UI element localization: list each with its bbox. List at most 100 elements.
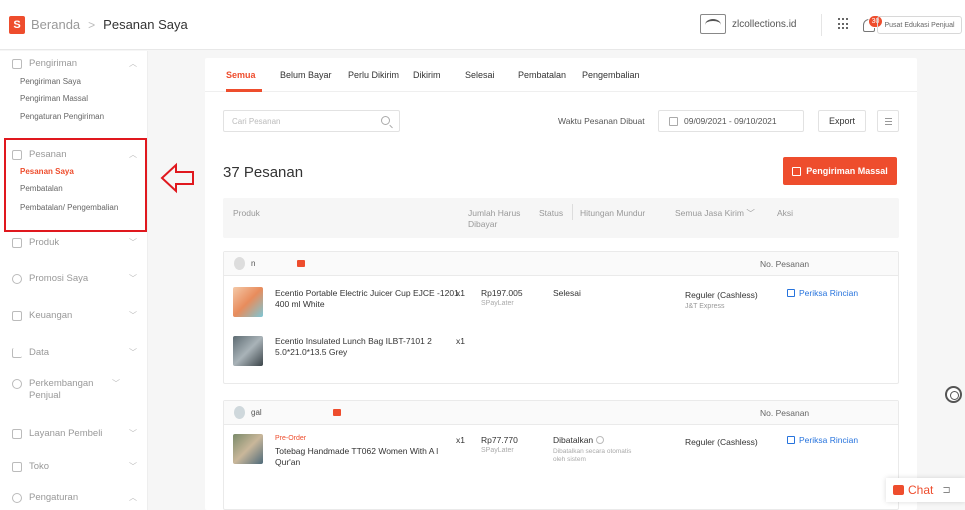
buyer-name[interactable]: gal — [251, 408, 262, 417]
shipping-service: Reguler (Cashless) — [685, 437, 758, 447]
order-tabs: Semua Belum Bayar Perlu Dikirim Dikirim … — [205, 58, 917, 92]
buyer-avatar[interactable] — [234, 257, 245, 270]
top-bar: S Beranda > Pesanan Saya zlcollections.i… — [0, 0, 965, 50]
document-icon — [787, 289, 795, 297]
divider — [821, 14, 822, 36]
minimize-icon[interactable]: ⊐ — [942, 485, 950, 496]
wallet-icon — [12, 311, 22, 321]
tab-pengembalian[interactable]: Pengembalian — [582, 70, 640, 80]
view-details-link[interactable]: Periksa Rincian — [787, 435, 858, 445]
buyer-name[interactable]: n — [251, 259, 255, 268]
sidebar-subitem-pengiriman-massal[interactable]: Pengiriman Massal — [20, 94, 88, 103]
payment-method: SPayLater — [481, 300, 514, 307]
shop-name: zlcollections.id — [732, 18, 797, 30]
tab-dikirim[interactable]: Dikirim — [413, 70, 441, 80]
sidebar-item-pengaturan[interactable]: Pengaturan ︿ — [12, 492, 137, 504]
chat-widget[interactable]: Chat ⊐ — [886, 478, 965, 502]
box-icon — [12, 238, 22, 248]
growth-icon — [12, 379, 22, 389]
floating-help-icon[interactable] — [945, 386, 962, 403]
printer-icon — [792, 166, 802, 176]
tab-belum-bayar[interactable]: Belum Bayar — [280, 70, 332, 80]
chat-icon[interactable] — [333, 409, 341, 416]
product-thumbnail[interactable] — [233, 336, 263, 366]
date-range-picker[interactable]: 09/09/2021 - 09/10/2021 — [658, 110, 804, 132]
chevron-down-icon: ﹀ — [746, 208, 755, 218]
product-thumbnail[interactable] — [233, 434, 263, 464]
sidebar-item-label: Keuangan — [29, 310, 73, 321]
date-range-value: 09/09/2021 - 09/10/2021 — [684, 116, 777, 126]
sidebar-item-label: Pengiriman — [29, 58, 78, 69]
order-search-input[interactable]: Cari Pesanan — [223, 110, 400, 132]
sidebar-item-layanan-pembeli[interactable]: Layanan Pembeli ﹀ — [12, 428, 137, 440]
sidebar-item-label: Layanan Pembeli — [29, 428, 103, 439]
sidebar-item-label: Produk — [29, 237, 60, 248]
product-name[interactable]: Ecentio Portable Electric Juicer Cup EJC… — [275, 288, 465, 310]
sidebar-item-label: Perkembangan Penjual — [29, 378, 94, 401]
mass-shipping-button[interactable]: Pengiriman Massal — [783, 157, 897, 185]
courier-filter-dropdown[interactable]: Semua Jasa Kirim ﹀ — [675, 208, 755, 219]
sidebar-item-promosi[interactable]: Promosi Saya ﹀ — [12, 273, 137, 285]
sidebar-item-toko[interactable]: Toko ﹀ — [12, 461, 137, 473]
sidebar-item-label: Pengaturan — [29, 492, 79, 503]
export-button[interactable]: Export — [818, 110, 866, 132]
chevron-down-icon: ﹀ — [112, 379, 120, 388]
sidebar-item-label: Toko — [29, 461, 50, 472]
courier-filter-label: Semua Jasa Kirim — [675, 208, 744, 218]
document-icon — [787, 436, 795, 444]
tab-pembatalan[interactable]: Pembatalan — [518, 70, 566, 80]
tab-semua[interactable]: Semua — [226, 70, 256, 80]
breadcrumb-current: Pesanan Saya — [103, 17, 188, 32]
chevron-down-icon: ﹀ — [129, 274, 137, 283]
sidebar-item-pengiriman[interactable]: Pengiriman ︿ — [12, 58, 137, 70]
table-header: Produk Jumlah Harus Dibayar Status Hitun… — [223, 198, 899, 238]
order-header: n No. Pesanan — [224, 252, 898, 276]
order-total: Rp77.770 — [481, 435, 518, 445]
sidebar-subitem-pengiriman-saya[interactable]: Pengiriman Saya — [20, 77, 81, 86]
active-tab-indicator — [226, 89, 262, 92]
product-name[interactable]: Ecentio Insulated Lunch Bag ILBT-7101 2 … — [275, 336, 450, 358]
chevron-up-icon: ︿ — [129, 493, 137, 502]
breadcrumb-home[interactable]: Beranda — [31, 17, 80, 32]
sidebar-item-produk[interactable]: Produk ﹀ — [12, 237, 137, 249]
product-thumbnail[interactable] — [233, 287, 263, 317]
header-countdown: Hitungan Mundur — [580, 208, 646, 218]
order-total: Rp197.005 — [481, 288, 523, 298]
date-filter-label: Waktu Pesanan Dibuat — [558, 116, 645, 126]
calendar-icon — [669, 116, 678, 126]
shopee-logo-icon[interactable]: S — [9, 15, 25, 34]
header-status: Status — [539, 208, 564, 218]
info-icon[interactable] — [596, 436, 605, 444]
truck-icon — [12, 59, 22, 69]
education-center-button[interactable]: Pusat Edukasi Penjual — [877, 16, 962, 34]
sidebar-subitem-pengaturan-pengiriman[interactable]: Pengaturan Pengiriman — [20, 112, 104, 121]
search-icon[interactable] — [381, 116, 390, 125]
view-details-label: Periksa Rincian — [799, 435, 859, 445]
product-qty: x1 — [456, 336, 465, 346]
product-name[interactable]: Totebag Handmade TT062 Women With A l Qu… — [275, 446, 450, 468]
tab-selesai[interactable]: Selesai — [465, 70, 495, 80]
sidebar-item-data[interactable]: Data ﹀ — [12, 347, 137, 359]
tab-perlu-dikirim[interactable]: Perlu Dikirim — [348, 70, 399, 80]
chevron-down-icon: ﹀ — [129, 238, 137, 247]
chat-icon[interactable] — [297, 260, 305, 267]
export-list-button[interactable] — [877, 110, 899, 132]
chevron-down-icon: ﹀ — [129, 348, 137, 357]
order-status: Dibatalkan — [553, 435, 605, 445]
divider — [572, 204, 573, 220]
product-qty: x1 — [456, 435, 465, 445]
chat-widget-label: Chat — [908, 483, 934, 497]
order-number-label: No. Pesanan — [760, 259, 810, 269]
buyer-avatar[interactable] — [234, 406, 245, 419]
sidebar-item-perkembangan-penjual[interactable]: Perkembangan Penjual ﹀ — [12, 378, 137, 402]
header-action: Aksi — [777, 208, 794, 218]
shop-account[interactable]: zlcollections.id — [700, 14, 796, 34]
order-card: gal No. Pesanan Pre-Order Totebag Handma… — [223, 400, 899, 510]
apps-grid-icon[interactable] — [838, 18, 850, 30]
view-details-link[interactable]: Periksa Rincian — [787, 288, 858, 298]
chat-icon — [893, 485, 904, 495]
gear-icon — [12, 493, 22, 503]
breadcrumb-separator: > — [88, 17, 96, 32]
highlight-box — [4, 138, 147, 232]
sidebar-item-keuangan[interactable]: Keuangan ﹀ — [12, 310, 137, 322]
